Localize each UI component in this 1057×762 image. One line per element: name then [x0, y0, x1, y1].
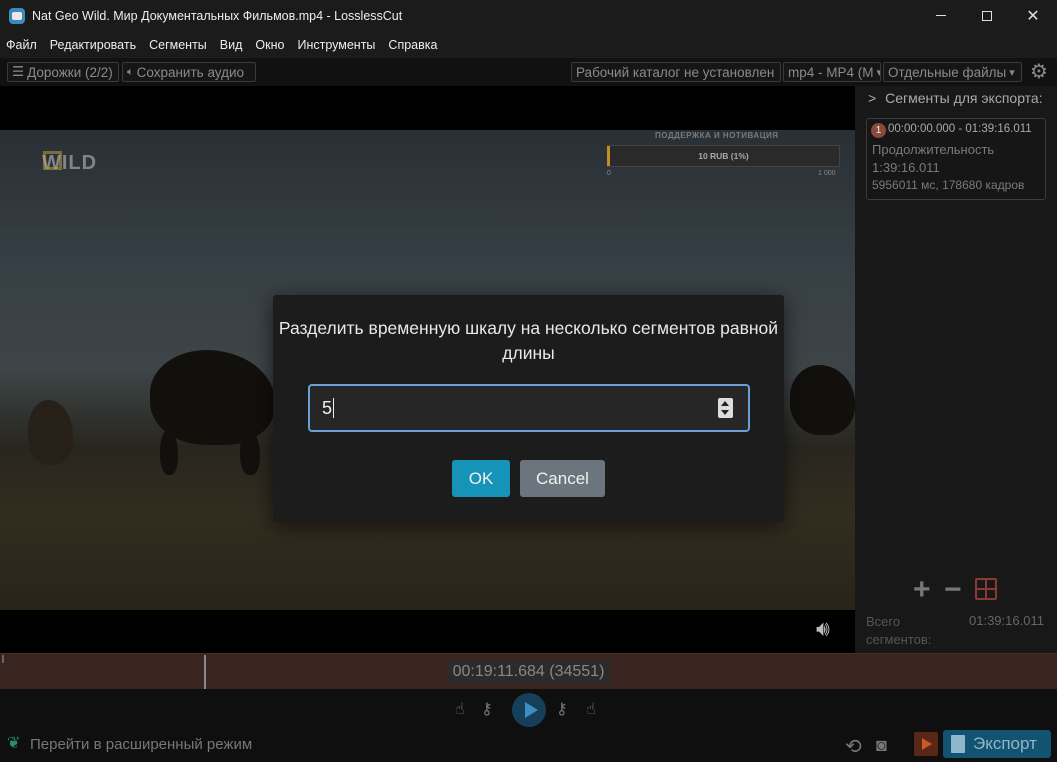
- segment-duration: 1:39:16.011: [872, 160, 940, 175]
- leaf-icon[interactable]: ❦: [7, 733, 20, 753]
- dialog-title: Разделить временную шкалу на несколько с…: [278, 318, 779, 363]
- save-audio-button[interactable]: 🔈︎ Сохранить аудио: [122, 62, 256, 82]
- workdir-button[interactable]: Рабочий каталог не установлен: [571, 62, 781, 82]
- menu-view[interactable]: Вид: [220, 38, 243, 52]
- segment-range: 00:00:00.000 - 01:39:16.011: [888, 123, 1032, 135]
- segments-count-input[interactable]: 5: [308, 384, 750, 432]
- key-prev-icon[interactable]: ⚷: [481, 699, 493, 719]
- maximize-icon: [982, 10, 992, 21]
- output-mode-value: Отдельные файлы: [888, 64, 1007, 80]
- tracks-label: Дорожки (2/2): [27, 64, 113, 80]
- speaker-icon: 🔈︎: [127, 65, 134, 78]
- donation-progress-bar: 10 RUB (1%): [607, 145, 840, 167]
- maximize-button[interactable]: [964, 0, 1010, 31]
- tracks-button[interactable]: ☰ Дорожки (2/2): [7, 62, 119, 82]
- segment-details: 5956011 мс, 178680 кадров: [872, 178, 1025, 192]
- menu-help[interactable]: Справка: [388, 38, 437, 52]
- play-button[interactable]: [512, 693, 546, 727]
- playhead[interactable]: [204, 655, 206, 689]
- minimize-button[interactable]: [918, 0, 964, 31]
- donation-min: 0: [607, 170, 611, 177]
- segment-number: 1: [871, 123, 886, 138]
- export-label: Экспорт: [973, 734, 1037, 753]
- reorder-segments-icon[interactable]: [975, 578, 997, 600]
- donation-progress-fill: [607, 146, 610, 166]
- timeline-start-marker: [2, 655, 4, 663]
- channel-logo: WILD: [42, 151, 98, 174]
- menu-tools[interactable]: Инструменты: [297, 38, 375, 52]
- menu-edit[interactable]: Редактировать: [50, 38, 136, 52]
- remove-segment-button[interactable]: −: [944, 575, 962, 605]
- play-icon: [524, 702, 538, 718]
- add-segment-button[interactable]: +: [913, 575, 931, 605]
- ok-button[interactable]: OK: [452, 460, 510, 497]
- advanced-mode-link[interactable]: Перейти в расширенный режим: [30, 736, 252, 753]
- rotate-icon[interactable]: ⟲: [845, 734, 862, 759]
- format-value: mp4 - MP4 (M: [788, 64, 874, 80]
- app-icon: [9, 7, 25, 24]
- camera-icon[interactable]: ◙: [876, 735, 887, 756]
- save-audio-label: Сохранить аудио: [136, 64, 245, 80]
- video-letterbox-top: [0, 86, 855, 130]
- export-icon: [951, 735, 965, 753]
- format-select[interactable]: mp4 - MP4 (M: [783, 62, 881, 82]
- chevron-right-icon: >: [868, 90, 877, 106]
- donation-max: 1 000: [818, 170, 836, 177]
- spinner-icon[interactable]: [718, 398, 733, 418]
- donation-title: ПОДДЕРЖКА И НОТИВАЦИЯ: [655, 131, 779, 140]
- title-bar: Nat Geo Wild. Мир Документальных Фильмов…: [0, 0, 1057, 31]
- total-segments-value: 01:39:16.011: [969, 613, 1044, 628]
- menu-bar: Файл Редактировать Сегменты Вид Окно Инс…: [0, 31, 1057, 58]
- volume-icon[interactable]: 🔊︎: [816, 616, 830, 642]
- gear-icon[interactable]: ⚙: [1028, 61, 1050, 83]
- video-letterbox-bottom: [0, 610, 855, 653]
- menu-window[interactable]: Окно: [255, 38, 284, 52]
- export-preview-icon[interactable]: [914, 732, 938, 756]
- close-button[interactable]: ✕: [1010, 0, 1056, 31]
- cancel-button[interactable]: Cancel: [520, 460, 605, 497]
- export-button[interactable]: Экспорт: [943, 730, 1051, 758]
- segments-header[interactable]: > Сегменты для экспорта:: [868, 90, 1043, 106]
- set-start-icon[interactable]: ☝︎: [455, 699, 465, 719]
- total-segments-label: Всего сегментов:: [866, 614, 932, 647]
- list-icon: ☰: [12, 64, 25, 79]
- current-time[interactable]: 00:19:11.684 (34551): [447, 660, 610, 684]
- key-next-icon[interactable]: ⚷: [556, 699, 568, 719]
- minimize-icon: [936, 15, 946, 16]
- output-mode-select[interactable]: Отдельные файлы: [883, 62, 1022, 82]
- segments-count-value: 5: [322, 397, 333, 418]
- segment-duration-label: Продолжительность: [872, 142, 995, 157]
- text-caret: [333, 398, 335, 418]
- segments-header-label: Сегменты для экспорта:: [885, 90, 1043, 106]
- set-end-icon[interactable]: ☝︎: [586, 699, 596, 719]
- window-title: Nat Geo Wild. Мир Документальных Фильмов…: [32, 8, 403, 23]
- menu-segments[interactable]: Сегменты: [149, 38, 207, 52]
- menu-file[interactable]: Файл: [6, 38, 37, 52]
